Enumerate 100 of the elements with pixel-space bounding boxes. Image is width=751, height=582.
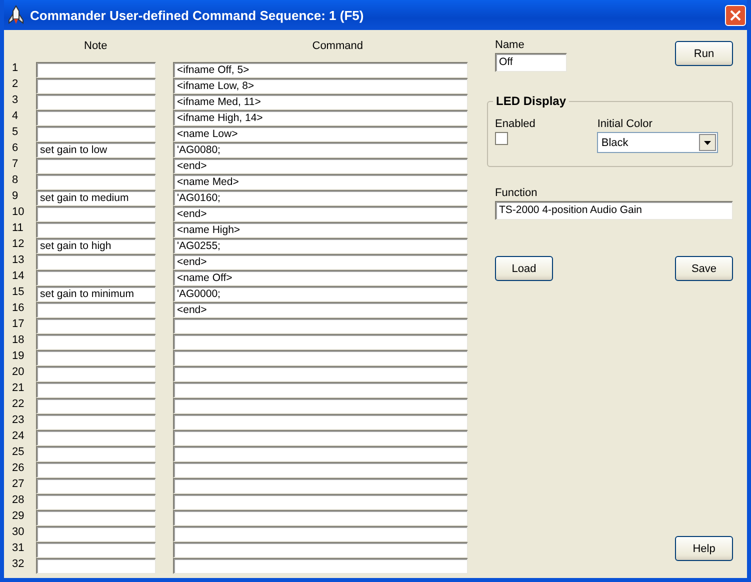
command-field[interactable]: 'AG0160; [173, 190, 468, 206]
initial-color-label: Initial Color [597, 118, 654, 130]
command-field[interactable]: <name Off> [173, 270, 468, 286]
line-number: 5 [11, 126, 20, 140]
command-field[interactable]: <ifname Off, 5> [173, 62, 468, 78]
note-field[interactable] [36, 222, 156, 238]
line-number: 6 [11, 142, 20, 156]
note-field[interactable] [36, 478, 156, 494]
function-label: Function [494, 187, 538, 199]
line-number: 8 [11, 174, 20, 188]
command-field[interactable]: <ifname Med, 11> [173, 94, 468, 110]
note-field[interactable] [36, 350, 156, 366]
note-field[interactable] [36, 430, 156, 446]
line-number: 27 [11, 478, 26, 492]
command-field[interactable] [173, 558, 468, 574]
command-field[interactable]: 'AG0080; [173, 142, 468, 158]
name-field[interactable]: Off [495, 53, 567, 72]
note-field[interactable] [36, 414, 156, 430]
note-field[interactable] [36, 446, 156, 462]
note-field[interactable] [36, 542, 156, 558]
note-field[interactable] [36, 334, 156, 350]
note-field[interactable] [36, 254, 156, 270]
note-field[interactable] [36, 398, 156, 414]
line-number: 9 [11, 190, 20, 204]
note-field[interactable] [36, 174, 156, 190]
command-field[interactable] [173, 526, 468, 542]
line-number: 3 [11, 94, 20, 108]
note-field[interactable] [36, 158, 156, 174]
note-field[interactable] [36, 510, 156, 526]
note-field[interactable] [36, 382, 156, 398]
note-field[interactable]: set gain to minimum [36, 286, 156, 302]
line-number: 23 [11, 414, 26, 428]
line-number: 24 [11, 430, 26, 444]
note-field[interactable]: set gain to low [36, 142, 156, 158]
column-header: Command [312, 40, 363, 52]
command-field[interactable]: 'AG0255; [173, 238, 468, 254]
note-field[interactable]: set gain to high [36, 238, 156, 254]
note-field[interactable] [36, 94, 156, 110]
line-number: 29 [11, 510, 26, 524]
command-field[interactable]: <name High> [173, 222, 468, 238]
function-field[interactable]: TS-2000 4-position Audio Gain [495, 201, 733, 220]
command-field[interactable] [173, 398, 468, 414]
command-field[interactable] [173, 350, 468, 366]
note-field[interactable] [36, 462, 156, 478]
command-field[interactable]: <end> [173, 158, 468, 174]
name-label: Name [495, 39, 526, 51]
note-field[interactable] [36, 270, 156, 286]
line-number: 12 [11, 238, 26, 252]
command-field[interactable]: <ifname High, 14> [173, 110, 468, 126]
line-number: 10 [11, 206, 26, 220]
line-number: 2 [11, 78, 20, 92]
note-field[interactable] [36, 78, 156, 94]
color-dropdown[interactable]: Black [597, 132, 718, 153]
group-title: LED Display [493, 94, 570, 108]
note-field[interactable] [36, 126, 156, 142]
note-field[interactable] [36, 558, 156, 574]
line-number: 32 [11, 558, 26, 572]
line-number: 31 [11, 542, 26, 556]
line-number: 15 [11, 286, 26, 300]
note-field[interactable] [36, 302, 156, 318]
line-number: 7 [11, 158, 20, 172]
note-field[interactable]: set gain to medium [36, 190, 156, 206]
note-field[interactable] [36, 366, 156, 382]
command-field[interactable] [173, 366, 468, 382]
note-field[interactable] [36, 526, 156, 542]
note-field[interactable] [36, 206, 156, 222]
command-field[interactable]: <end> [173, 206, 468, 222]
command-field[interactable]: <name Med> [173, 174, 468, 190]
line-number: 28 [11, 494, 26, 508]
command-field[interactable] [173, 430, 468, 446]
enabled-checkbox[interactable] [495, 132, 508, 145]
note-field[interactable] [36, 62, 156, 78]
command-field[interactable] [173, 510, 468, 526]
command-field[interactable]: <end> [173, 302, 468, 318]
command-field[interactable]: 'AG0000; [173, 286, 468, 302]
note-field[interactable] [36, 318, 156, 334]
help-button[interactable]: Help [675, 536, 733, 561]
command-field[interactable]: <ifname Low, 8> [173, 78, 468, 94]
line-number: 21 [11, 382, 26, 396]
save-button[interactable]: Save [675, 256, 733, 281]
command-field[interactable] [173, 446, 468, 462]
column-header: Note [84, 40, 108, 52]
command-field[interactable] [173, 334, 468, 350]
close-icon [730, 10, 741, 20]
note-field[interactable] [36, 110, 156, 126]
command-field[interactable]: <name Low> [173, 126, 468, 142]
line-number: 13 [11, 254, 26, 268]
command-field[interactable] [173, 382, 468, 398]
run-button[interactable]: Run [675, 41, 733, 66]
command-field[interactable] [173, 462, 468, 478]
line-number: 4 [11, 110, 20, 124]
command-field[interactable] [173, 494, 468, 510]
command-field[interactable] [173, 478, 468, 494]
command-field[interactable]: <end> [173, 254, 468, 270]
command-field[interactable] [173, 542, 468, 558]
command-field[interactable] [173, 414, 468, 430]
note-field[interactable] [36, 494, 156, 510]
load-button[interactable]: Load [495, 256, 553, 281]
close-button[interactable] [725, 4, 746, 26]
command-field[interactable] [173, 318, 468, 334]
